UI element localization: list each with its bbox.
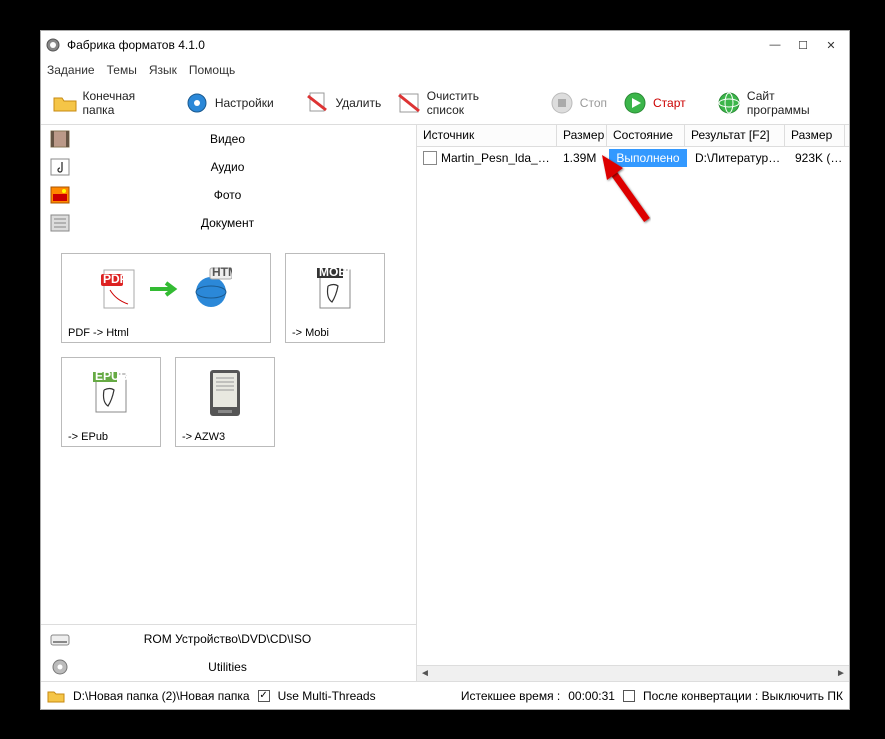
tile-mobi[interactable]: MOBI -> Mobi [285, 253, 385, 343]
folder-icon [47, 689, 65, 703]
list-row[interactable]: Martin_Pesn_lda_i_pl... 1.39M Выполнено … [417, 147, 849, 169]
category-audio[interactable]: Аудио [41, 153, 416, 181]
tile-azw3[interactable]: -> AZW3 [175, 357, 275, 447]
after-conv-checkbox[interactable] [623, 690, 635, 702]
audio-icon [47, 156, 73, 178]
tile-epub[interactable]: EPUB -> EPub [61, 357, 161, 447]
html-icon: HTML [190, 266, 232, 312]
toolbar: Конечная папка Настройки Удалить Очистит… [41, 81, 849, 125]
title-bar: Фабрика форматов 4.1.0 — ☐ ✕ [41, 31, 849, 59]
cell-size: 1.39M [557, 151, 607, 165]
category-document[interactable]: Документ [41, 209, 416, 237]
after-conv-label: После конвертации : Выключить ПК [643, 689, 843, 703]
video-icon [47, 128, 73, 150]
tiles-area: PDF HTML PDF -> Html MOBI -> Mobi EPUB [41, 237, 416, 624]
site-button[interactable]: Сайт программы [709, 85, 845, 121]
svg-text:MOBI: MOBI [319, 266, 350, 279]
elapsed-time: 00:00:31 [568, 689, 615, 703]
minimize-button[interactable]: — [761, 35, 789, 55]
menu-help[interactable]: Помощь [189, 63, 235, 77]
menu-task[interactable]: Задание [47, 63, 95, 77]
clear-list-icon [395, 89, 423, 117]
gear-icon [47, 656, 73, 678]
col-source[interactable]: Источник [417, 125, 557, 146]
stop-icon [548, 89, 576, 117]
gear-icon [183, 89, 211, 117]
start-icon [621, 89, 649, 117]
pdf-icon: PDF [100, 266, 142, 312]
settings-button[interactable]: Настройки [177, 85, 280, 121]
multithreads-checkbox[interactable]: ✓ [258, 690, 270, 702]
horizontal-scrollbar[interactable]: ◄ ► [417, 665, 849, 681]
epub-icon: EPUB [90, 370, 132, 416]
cell-result: D:\Литература\... [689, 151, 789, 165]
app-icon [45, 37, 61, 53]
folder-icon [51, 89, 79, 117]
kindle-icon [206, 368, 244, 418]
multithreads-label: Use Multi-Threads [278, 689, 376, 703]
scroll-right-icon[interactable]: ► [833, 668, 849, 679]
clear-list-button[interactable]: Очистить список [389, 85, 524, 121]
menu-lang[interactable]: Язык [149, 63, 177, 77]
app-window: Фабрика форматов 4.1.0 — ☐ ✕ Задание Тем… [40, 30, 850, 710]
maximize-button[interactable]: ☐ [789, 35, 817, 55]
start-button[interactable]: Старт [615, 85, 692, 121]
svg-text:EPUB: EPUB [95, 370, 129, 383]
photo-icon [47, 184, 73, 206]
menu-themes[interactable]: Темы [107, 63, 137, 77]
stop-button[interactable]: Стоп [542, 85, 613, 121]
file-icon [423, 151, 437, 165]
list-header: Источник Размер Состояние Результат [F2]… [417, 125, 849, 147]
delete-icon [303, 89, 331, 117]
tile-pdf-html[interactable]: PDF HTML PDF -> Html [61, 253, 271, 343]
category-video[interactable]: Видео [41, 125, 416, 153]
status-bar: D:\Новая папка (2)\Новая папка ✓ Use Mul… [41, 681, 849, 709]
cell-state: Выполнено [609, 149, 687, 167]
elapsed-label: Истекшее время : [461, 689, 560, 703]
col-state[interactable]: Состояние [607, 125, 685, 146]
svg-text:HTML: HTML [212, 266, 232, 279]
category-list: Видео Аудио Фото Документ [41, 125, 416, 237]
output-path[interactable]: D:\Новая папка (2)\Новая папка [73, 689, 250, 703]
window-title: Фабрика форматов 4.1.0 [67, 38, 761, 52]
col-size[interactable]: Размер [557, 125, 607, 146]
drive-icon [47, 628, 73, 650]
close-button[interactable]: ✕ [817, 35, 845, 55]
arrow-icon [148, 279, 184, 299]
svg-text:PDF: PDF [103, 272, 127, 286]
cell-source: Martin_Pesn_lda_i_pl... [417, 151, 557, 166]
globe-icon [715, 89, 743, 117]
right-pane: Источник Размер Состояние Результат [F2]… [417, 125, 849, 681]
category-utilities[interactable]: Utilities [41, 653, 416, 681]
delete-button[interactable]: Удалить [297, 85, 387, 121]
document-icon [47, 212, 73, 234]
menu-bar: Задание Темы Язык Помощь [41, 59, 849, 81]
main-body: Видео Аудио Фото Документ P [41, 125, 849, 681]
scroll-left-icon[interactable]: ◄ [417, 668, 433, 679]
col-result[interactable]: Результат [F2] [685, 125, 785, 146]
category-photo[interactable]: Фото [41, 181, 416, 209]
final-folder-button[interactable]: Конечная папка [45, 85, 175, 121]
col-size2[interactable]: Размер [785, 125, 845, 146]
mobi-icon: MOBI [314, 266, 356, 312]
left-pane: Видео Аудио Фото Документ P [41, 125, 417, 681]
cell-size2: 923K (64 [789, 151, 849, 165]
bottom-categories: ROM Устройство\DVD\CD\ISO Utilities [41, 624, 416, 681]
category-rom[interactable]: ROM Устройство\DVD\CD\ISO [41, 625, 416, 653]
